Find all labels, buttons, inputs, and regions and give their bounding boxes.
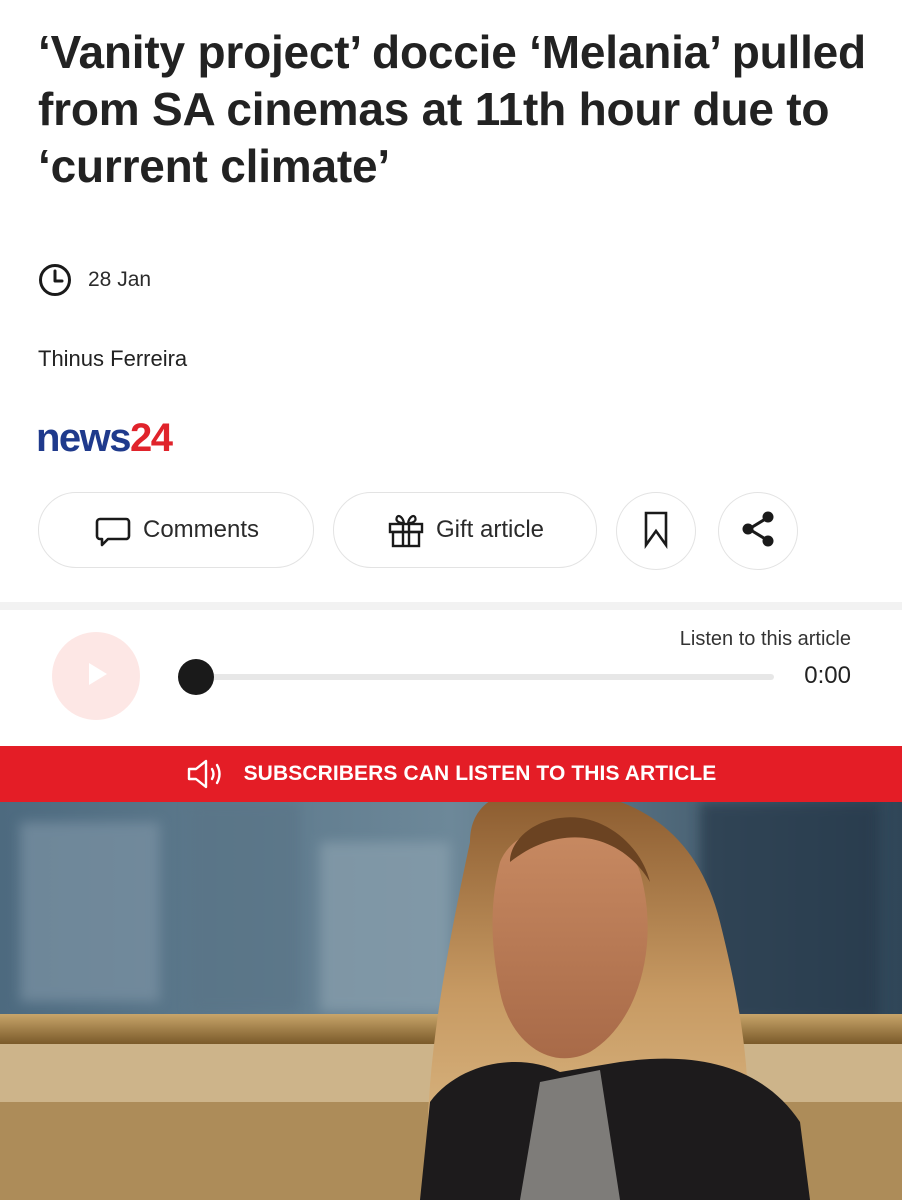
article-photo: [0, 802, 902, 1200]
author-name[interactable]: Thinus Ferreira: [38, 346, 187, 372]
news24-logo[interactable]: news24: [36, 412, 173, 464]
clock-icon: [38, 263, 72, 297]
article-page: ‘Vanity project’ doccie ‘Melania’ pulled…: [0, 0, 902, 1200]
comments-label: Comments: [142, 516, 260, 543]
comments-button[interactable]: Comments: [38, 492, 314, 568]
bookmark-button[interactable]: [616, 492, 696, 570]
gift-icon: [386, 510, 426, 550]
time-readout: 0:00: [804, 662, 851, 689]
subscriber-banner-text: SUBSCRIBERS CAN LISTEN TO THIS ARTICLE: [243, 762, 717, 785]
gift-label: Gift article: [435, 516, 545, 543]
gift-article-button[interactable]: Gift article: [333, 492, 597, 568]
comment-icon: [93, 510, 133, 550]
logo-news: news: [36, 416, 132, 460]
section-divider: [0, 602, 902, 610]
article-actions: Comments Gift article: [38, 492, 798, 570]
speaker-icon: [186, 757, 228, 791]
play-icon: [81, 659, 111, 694]
play-button[interactable]: [52, 632, 140, 720]
date-text: 28 Jan: [88, 268, 152, 291]
share-button[interactable]: [718, 492, 798, 570]
audio-progress-bar[interactable]: [196, 674, 774, 680]
listen-label: Listen to this article: [679, 628, 851, 650]
headline: ‘Vanity project’ doccie ‘Melania’ pulled…: [38, 26, 866, 192]
audio-progress-handle[interactable]: [178, 659, 214, 695]
bookmark-icon: [641, 509, 671, 554]
logo-24: 24: [130, 416, 173, 460]
audio-player: Listen to this article 0:00: [0, 610, 902, 746]
share-icon: [738, 509, 778, 554]
subscriber-banner[interactable]: SUBSCRIBERS CAN LISTEN TO THIS ARTICLE: [0, 746, 902, 802]
publish-date: 28 Jan: [38, 262, 151, 298]
